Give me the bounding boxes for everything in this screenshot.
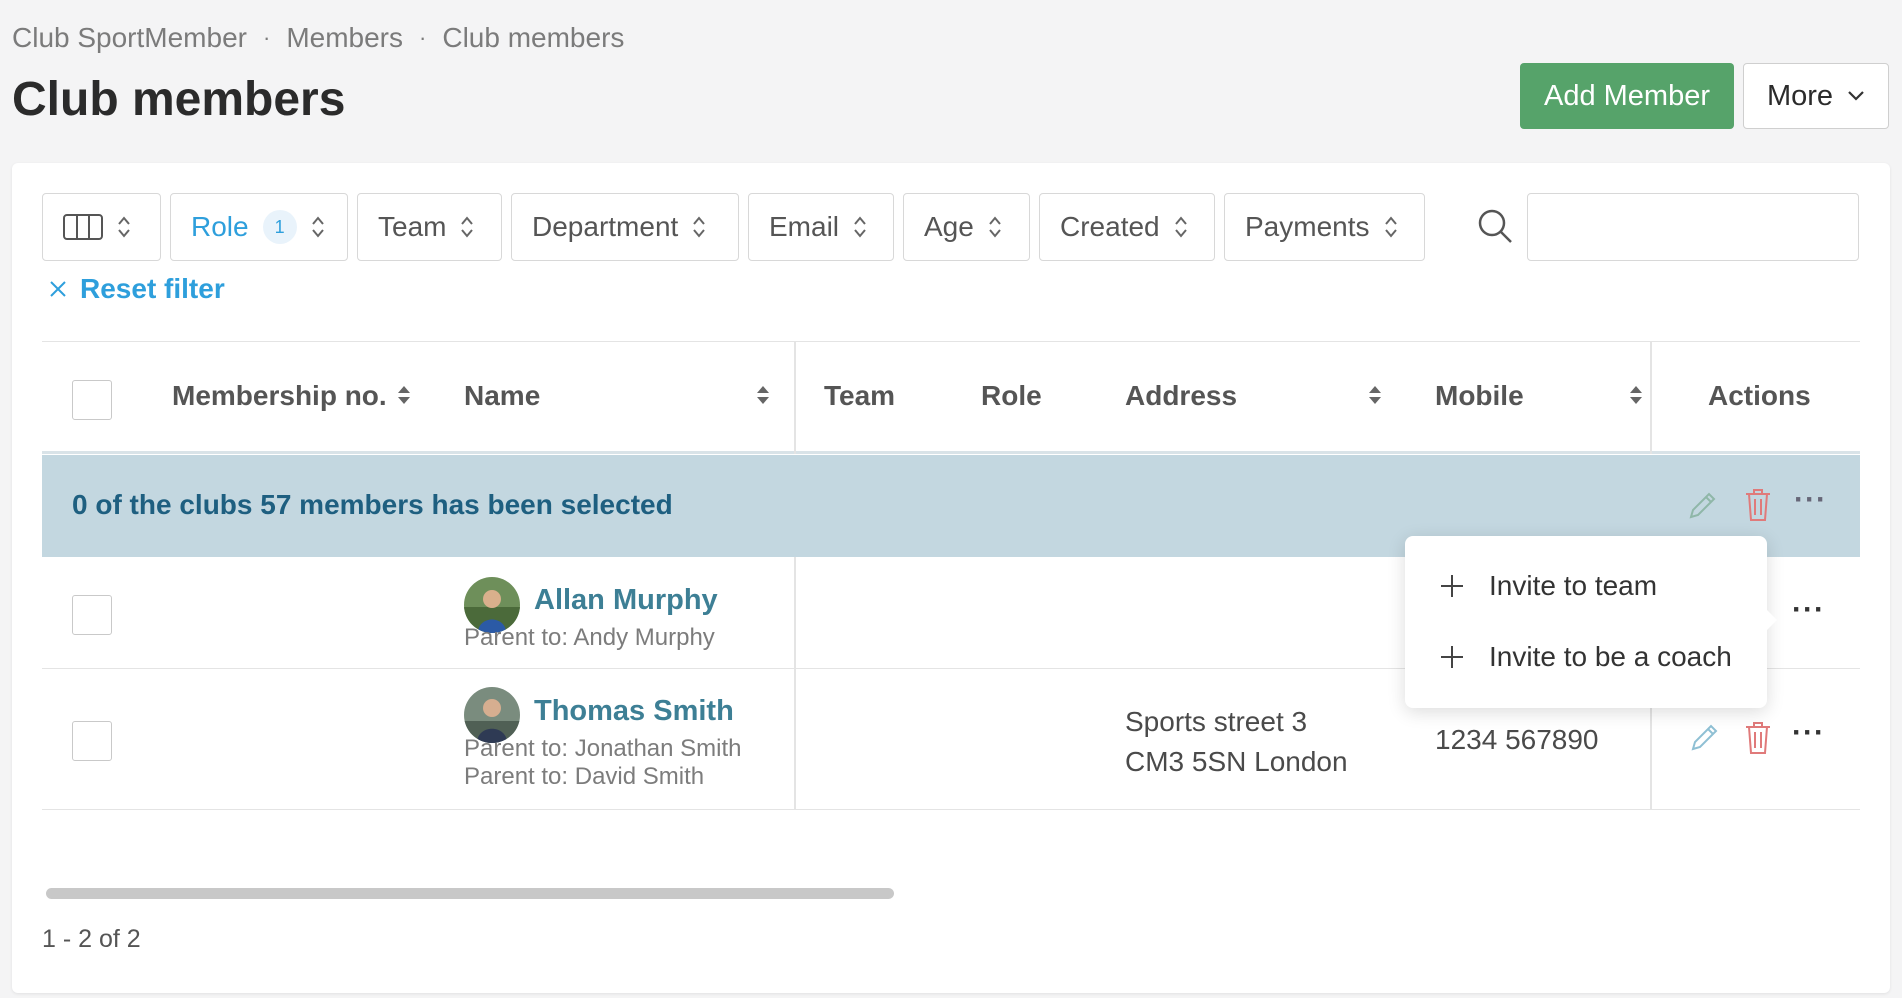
filter-age-label: Age — [924, 211, 974, 242]
filter-payments-label: Payments — [1245, 211, 1370, 242]
column-team: Team — [824, 380, 896, 411]
more-button-label: More — [1766, 79, 1834, 112]
close-icon — [50, 281, 66, 297]
sort-icon[interactable] — [1629, 384, 1643, 406]
edit-icon[interactable] — [1685, 489, 1719, 523]
filter-created[interactable]: Created — [1039, 193, 1215, 261]
columns-icon — [63, 214, 103, 240]
sort-updown-icon — [461, 216, 474, 238]
selection-count-text: 0 of the clubs 57 members has been selec… — [72, 489, 673, 520]
sort-icon[interactable] — [397, 384, 411, 406]
chevron-down-icon — [1848, 91, 1864, 101]
menu-pointer — [1767, 610, 1777, 630]
pagination-info: 1 - 2 of 2 — [42, 925, 141, 953]
column-divider — [794, 342, 796, 454]
sort-updown-icon — [311, 216, 324, 238]
menu-item-label: Invite to team — [1489, 570, 1658, 601]
filter-role-label: Role — [191, 211, 249, 242]
member-name-link[interactable]: Allan Murphy — [534, 584, 718, 617]
plus-icon — [1441, 575, 1463, 597]
filter-bar: Role 1 Team Department Email Age Created… — [42, 193, 1425, 261]
sort-updown-icon — [854, 216, 866, 238]
horizontal-scrollbar[interactable] — [46, 888, 894, 899]
menu-item-invite-coach[interactable]: Invite to be a coach — [1439, 641, 1732, 673]
sort-icon[interactable] — [1368, 384, 1382, 406]
add-member-button[interactable]: Add Member — [1520, 63, 1734, 129]
more-actions-icon[interactable]: ··· — [1794, 483, 1827, 517]
column-actions: Actions — [1708, 380, 1811, 411]
row-checkbox[interactable] — [72, 595, 112, 635]
column-divider — [794, 669, 796, 810]
sort-updown-icon — [118, 216, 130, 238]
row-more-actions-icon[interactable]: ··· — [1792, 593, 1825, 627]
sort-icon[interactable] — [756, 384, 770, 406]
breadcrumb: Club SportMember · Members · Club member… — [12, 22, 624, 54]
mobile-number: 1234 567890 — [1435, 724, 1599, 755]
filter-payments[interactable]: Payments — [1224, 193, 1425, 261]
sort-updown-icon — [989, 216, 1001, 238]
address-line: CM3 5SN London — [1125, 746, 1348, 777]
column-divider — [794, 557, 796, 669]
table-header: Membership no. Name Team Role Address Mo… — [42, 342, 1860, 454]
breadcrumb-separator: · — [419, 25, 427, 50]
plus-icon — [1441, 646, 1463, 668]
row-more-actions-icon[interactable]: ··· — [1792, 716, 1825, 750]
filter-department-label: Department — [532, 211, 679, 242]
column-role: Role — [981, 380, 1042, 411]
parent-relation: Parent to: Jonathan Smith — [464, 735, 742, 762]
filter-email[interactable]: Email — [748, 193, 894, 261]
member-name-link[interactable]: Thomas Smith — [534, 695, 734, 728]
sort-updown-icon — [693, 216, 706, 238]
column-mobile[interactable]: Mobile — [1435, 380, 1524, 412]
column-membership-no[interactable]: Membership no. — [172, 380, 387, 412]
delete-icon[interactable] — [1744, 488, 1772, 522]
menu-item-label: Invite to be a coach — [1489, 641, 1732, 672]
search-input[interactable] — [1527, 193, 1859, 261]
breadcrumb-separator: · — [262, 25, 271, 50]
column-name[interactable]: Name — [464, 380, 540, 412]
row-actions-menu: Invite to team Invite to be a coach — [1405, 536, 1777, 708]
filter-columns[interactable] — [42, 193, 161, 261]
breadcrumb-members[interactable]: Members — [286, 22, 403, 54]
row-checkbox[interactable] — [72, 721, 112, 761]
filter-role[interactable]: Role 1 — [170, 193, 348, 261]
more-button[interactable]: More — [1743, 63, 1889, 129]
column-address[interactable]: Address — [1125, 380, 1237, 412]
filter-created-label: Created — [1060, 211, 1160, 242]
parent-relation: Parent to: Andy Murphy — [464, 624, 715, 651]
search-icon[interactable] — [1475, 206, 1515, 246]
sort-updown-icon — [1384, 216, 1397, 238]
filter-team[interactable]: Team — [357, 193, 502, 261]
edit-icon[interactable] — [1687, 721, 1721, 755]
filter-email-label: Email — [769, 211, 840, 242]
column-divider — [1650, 342, 1652, 454]
parent-relation: Parent to: David Smith — [464, 763, 705, 790]
menu-item-invite-to-team[interactable]: Invite to team — [1439, 570, 1657, 602]
select-all-checkbox[interactable] — [72, 380, 112, 420]
filter-team-label: Team — [378, 211, 447, 242]
filter-department[interactable]: Department — [511, 193, 739, 261]
reset-filter-link[interactable]: Reset filter — [48, 273, 225, 305]
sort-updown-icon — [1174, 216, 1187, 238]
page-title: Club members — [12, 73, 346, 126]
breadcrumb-current: Club members — [442, 22, 625, 53]
filter-age[interactable]: Age — [903, 193, 1030, 261]
reset-filter-label: Reset filter — [80, 273, 225, 304]
filter-role-count-badge: 1 — [262, 210, 297, 244]
breadcrumb-club[interactable]: Club SportMember — [12, 22, 247, 54]
delete-icon[interactable] — [1744, 721, 1772, 755]
address-line: Sports street 3 — [1125, 706, 1308, 737]
